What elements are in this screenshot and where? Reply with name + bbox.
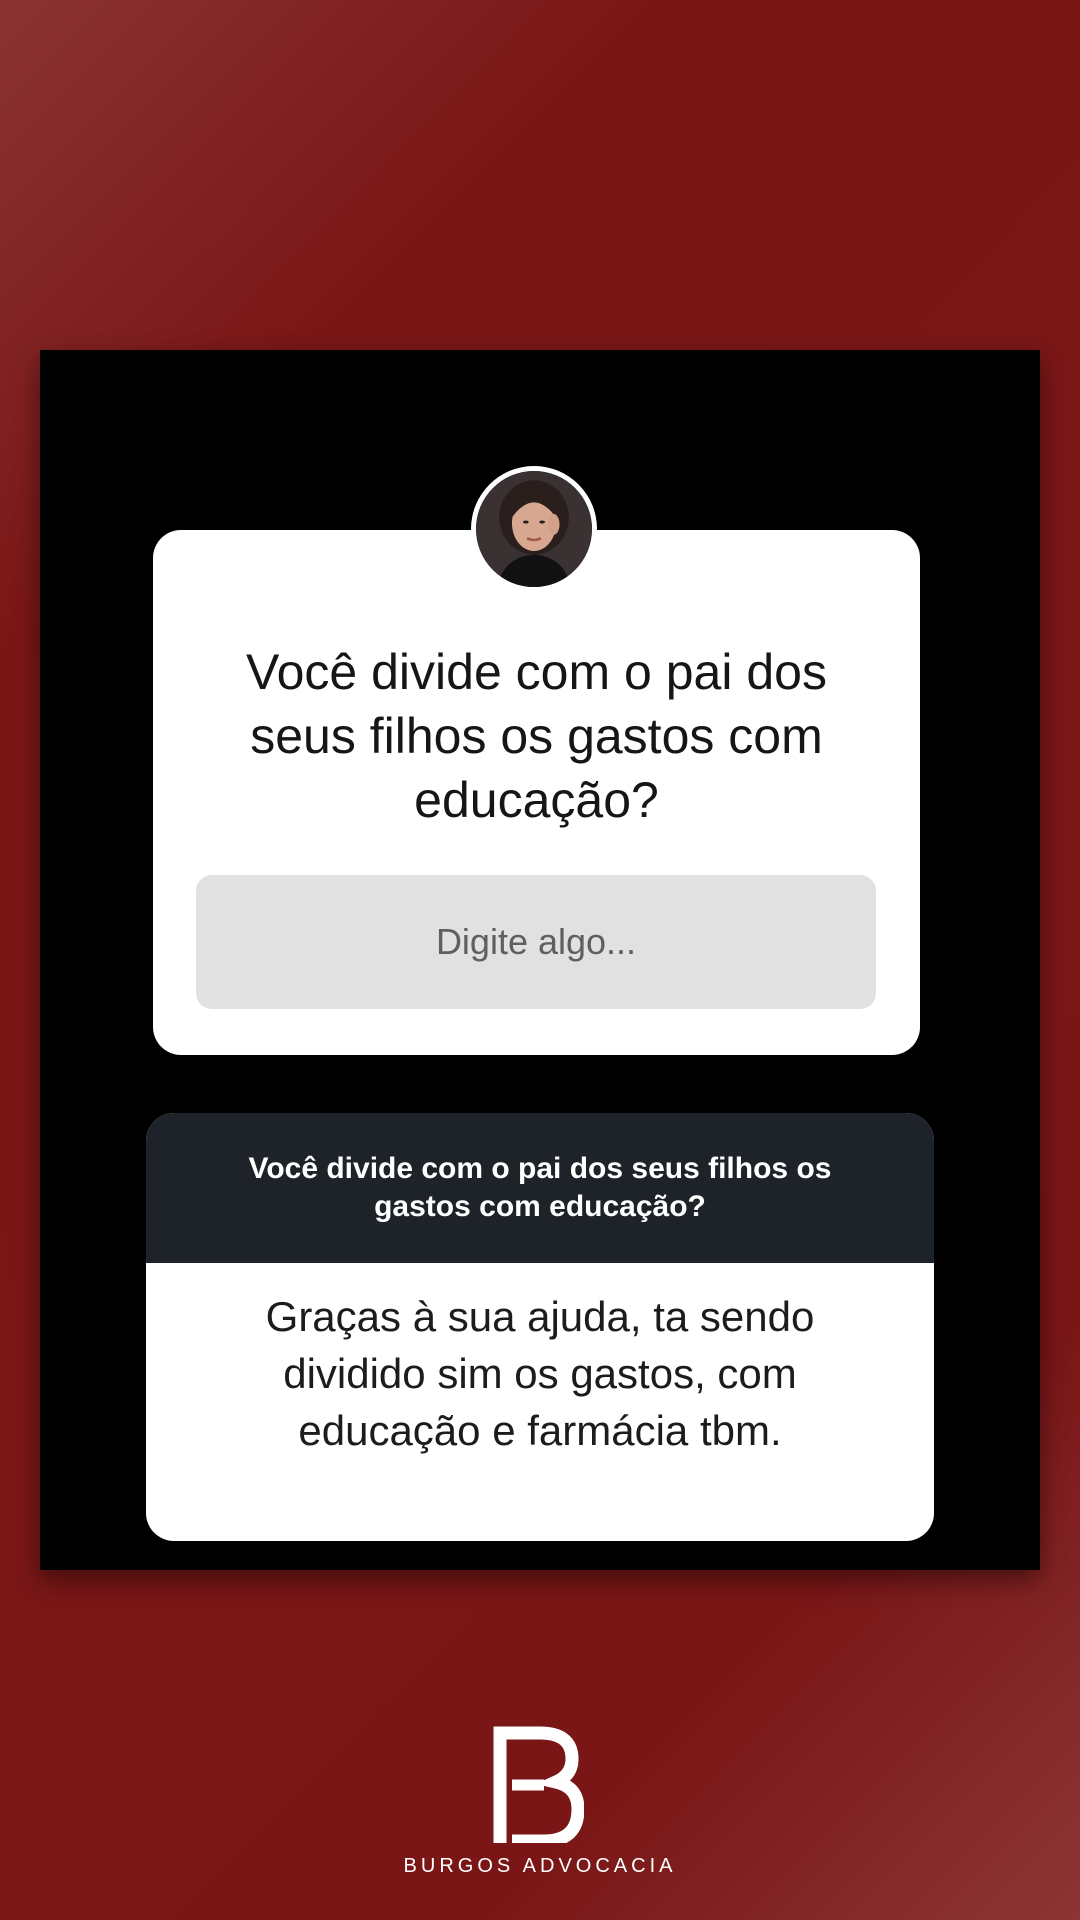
brand-name: BURGOS ADVOCACIA bbox=[403, 1855, 677, 1877]
story-screenshot: Você divide com o pai dos seus filhos os… bbox=[40, 350, 1040, 1570]
question-text: Você divide com o pai dos seus filhos os… bbox=[246, 644, 827, 828]
brand-footer: BURGOS ADVOCACIA bbox=[390, 1725, 690, 1885]
response-question-text: Você divide com o pai dos seus filhos os… bbox=[248, 1152, 832, 1223]
answer-input[interactable] bbox=[196, 875, 876, 1009]
response-card: Você divide com o pai dos seus filhos os… bbox=[146, 1113, 934, 1541]
burgos-monogram-icon bbox=[493, 1726, 584, 1843]
profile-avatar bbox=[471, 466, 597, 592]
profile-photo-icon bbox=[476, 471, 592, 587]
question-sticker: Você divide com o pai dos seus filhos os… bbox=[153, 530, 920, 1055]
response-header: Você divide com o pai dos seus filhos os… bbox=[146, 1113, 934, 1263]
response-answer-text: Graças à sua ajuda, ta sendo dividido si… bbox=[265, 1293, 815, 1454]
